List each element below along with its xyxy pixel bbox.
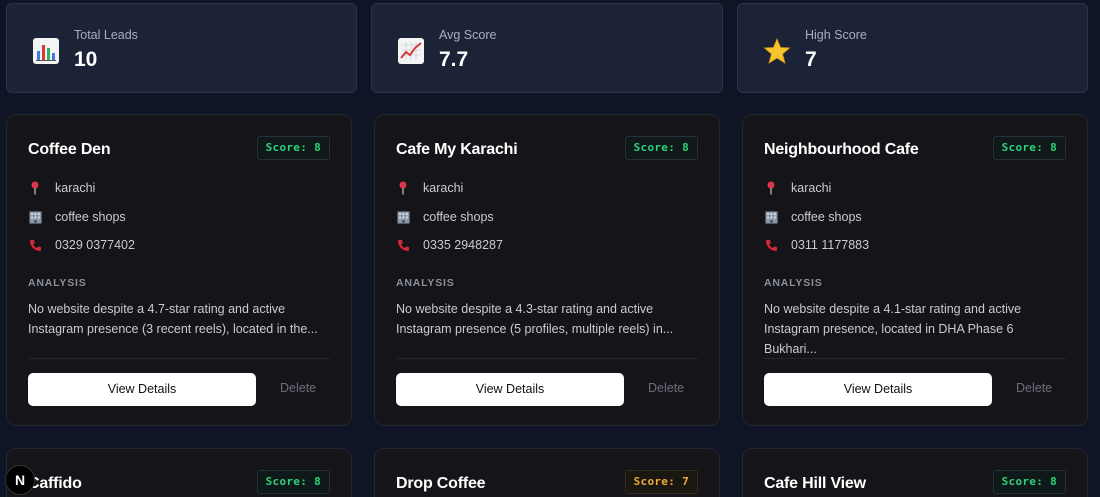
lead-card: Cafe Hill View Score: 8 — [742, 448, 1088, 497]
phone-icon — [28, 238, 42, 252]
bar-chart-icon — [33, 38, 59, 64]
view-details-button[interactable]: View Details — [764, 373, 992, 406]
score-badge: Score: 8 — [256, 136, 330, 160]
category-text: coffee shops — [423, 210, 494, 224]
phone-text: 0335 2948287 — [423, 238, 503, 252]
analysis-line: Instagram presence (3 recent reels), loc… — [28, 322, 318, 336]
score-badge: Score: 8 — [256, 470, 330, 494]
lead-name: Caffido — [28, 475, 82, 492]
lead-name: Drop Coffee — [396, 475, 486, 492]
stats-row: Total Leads 10 Avg Score 7.7 High Score … — [6, 3, 1088, 93]
category-text: coffee shops — [791, 210, 862, 224]
divider — [764, 358, 1066, 359]
phone-icon — [764, 238, 778, 252]
delete-button[interactable]: Delete — [1016, 381, 1052, 395]
lead-name: Coffee Den — [28, 141, 111, 158]
stat-avg-score: Avg Score 7.7 — [371, 3, 723, 93]
lead-location: karachi — [764, 181, 831, 195]
phone-text: 0329 0377402 — [55, 238, 135, 252]
analysis-line: Instagram presence (5 profiles, multiple… — [396, 322, 674, 336]
location-text: karachi — [423, 181, 464, 195]
analysis-heading: ANALYSIS — [764, 277, 823, 289]
lead-name: Cafe Hill View — [764, 475, 866, 492]
lead-phone: 0311 1177883 — [764, 238, 869, 252]
delete-button[interactable]: Delete — [280, 381, 316, 395]
view-details-button[interactable]: View Details — [28, 373, 256, 406]
score-badge: Score: 7 — [624, 470, 698, 494]
analysis-text: No website despite a 4.1-star rating and… — [764, 299, 1064, 359]
divider — [396, 358, 698, 359]
lead-location: karachi — [28, 181, 95, 195]
score-badge: Score: 8 — [992, 470, 1066, 494]
analysis-text: No website despite a 4.7-star rating and… — [28, 299, 328, 339]
phone-text: 0311 1177883 — [791, 238, 870, 252]
lead-card: Neighbourhood Cafe Score: 8 karachi coff… — [742, 114, 1088, 426]
score-badge: Score: 8 — [624, 136, 698, 160]
location-text: karachi — [55, 181, 96, 195]
stat-value: 10 — [74, 48, 98, 71]
lead-category: coffee shops — [764, 210, 862, 224]
divider — [28, 358, 330, 359]
office-building-icon — [396, 210, 410, 224]
office-building-icon — [28, 210, 42, 224]
lead-phone: 0335 2948287 — [396, 238, 503, 252]
lead-card: Coffee Den Score: 8 karachi coffee shops… — [6, 114, 352, 426]
stat-label: Total Leads — [74, 28, 138, 42]
phone-icon — [396, 238, 410, 252]
stat-value: 7 — [805, 48, 817, 71]
delete-button[interactable]: Delete — [648, 381, 684, 395]
stat-value: 7.7 — [439, 48, 469, 71]
lead-name: Cafe My Karachi — [396, 141, 518, 158]
category-text: coffee shops — [55, 210, 126, 224]
lead-card: Drop Coffee Score: 7 — [374, 448, 720, 497]
lead-category: coffee shops — [28, 210, 126, 224]
analysis-text: No website despite a 4.3-star rating and… — [396, 299, 696, 339]
location-text: karachi — [791, 181, 832, 195]
location-pin-icon — [764, 181, 778, 195]
nextjs-dev-badge[interactable]: N — [5, 465, 35, 495]
location-pin-icon — [28, 181, 42, 195]
analysis-line: No website despite a 4.1-star rating and… — [764, 302, 1022, 316]
view-details-button[interactable]: View Details — [396, 373, 624, 406]
stat-total-leads: Total Leads 10 — [6, 3, 357, 93]
analysis-line: Instagram presence, located in DHA Phase… — [764, 322, 1014, 356]
score-badge: Score: 8 — [992, 136, 1066, 160]
leads-dashboard: Total Leads 10 Avg Score 7.7 High Score … — [0, 0, 1100, 497]
lead-card: Caffido Score: 8 — [6, 448, 352, 497]
lead-phone: 0329 0377402 — [28, 238, 135, 252]
analysis-line: No website despite a 4.3-star rating and… — [396, 302, 654, 316]
stat-label: Avg Score — [439, 28, 497, 42]
lead-category: coffee shops — [396, 210, 494, 224]
analysis-heading: ANALYSIS — [28, 277, 87, 289]
location-pin-icon — [396, 181, 410, 195]
office-building-icon — [764, 210, 778, 224]
lead-card: Cafe My Karachi Score: 8 karachi coffee … — [374, 114, 720, 426]
stat-label: High Score — [805, 28, 867, 42]
star-icon — [763, 37, 791, 64]
trend-up-chart-icon — [398, 38, 424, 64]
lead-location: karachi — [396, 181, 463, 195]
lead-name: Neighbourhood Cafe — [764, 141, 919, 158]
analysis-heading: ANALYSIS — [396, 277, 455, 289]
stat-high-score: High Score 7 — [737, 3, 1088, 93]
analysis-line: No website despite a 4.7-star rating and… — [28, 302, 286, 316]
